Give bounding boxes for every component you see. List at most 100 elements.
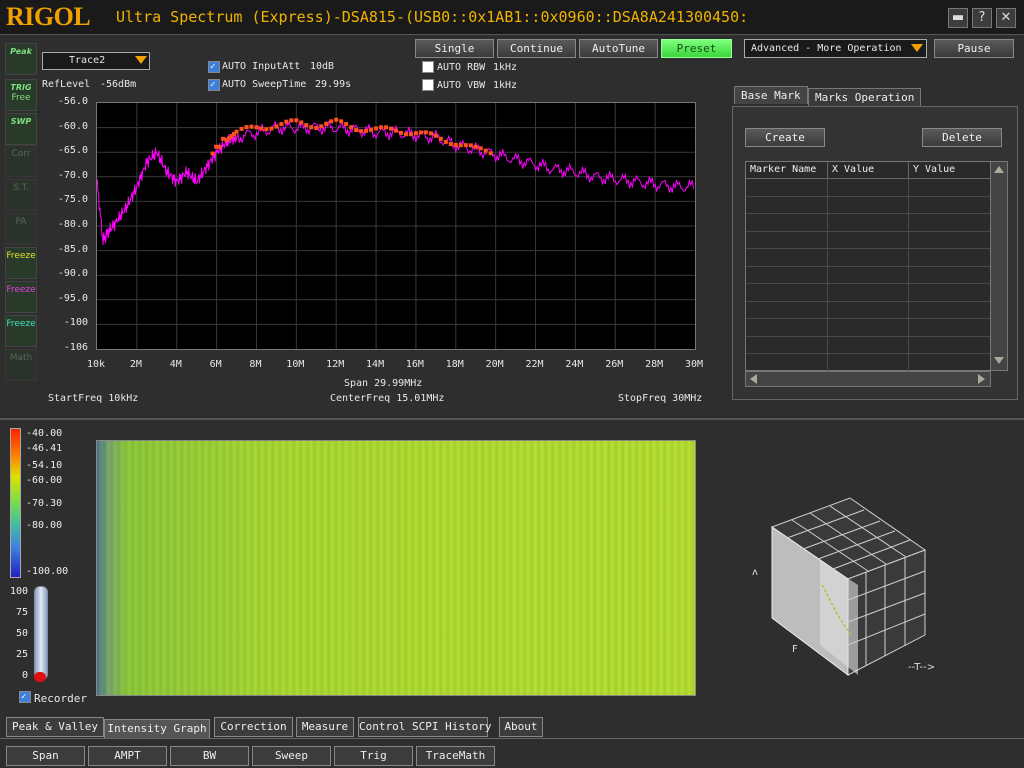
y-tick-label: -90.0 — [57, 268, 88, 280]
single-button[interactable]: Single — [415, 39, 494, 58]
col-x-value: X Value — [828, 162, 909, 178]
table-row[interactable] — [746, 196, 990, 214]
bottom-tab-1[interactable]: Intensity Graph — [104, 719, 210, 739]
auto-inputatt-label: AUTO InputAtt — [222, 61, 301, 72]
trace-marker-point — [354, 128, 359, 133]
table-row[interactable] — [746, 336, 990, 354]
scroll-down-icon[interactable] — [994, 357, 1004, 364]
trace-marker-point — [488, 151, 493, 156]
trace-marker-point — [433, 133, 438, 138]
bottom-tab-2[interactable]: Correction — [214, 717, 293, 737]
rigol-logo: RIGOL — [6, 2, 91, 31]
bottom-button-3[interactable]: Sweep — [252, 746, 331, 766]
x-tick-label: 26M — [605, 359, 624, 370]
pause-button[interactable]: Pause — [934, 39, 1014, 58]
advanced-dropdown[interactable]: Advanced - More Operation — [744, 39, 927, 58]
auto-rbw-checkbox[interactable] — [422, 61, 434, 73]
delete-button[interactable]: Delete — [922, 128, 1002, 147]
trace-marker-point — [453, 142, 458, 147]
thermo-label: 50 — [15, 628, 28, 639]
recorder-label: Recorder — [34, 692, 87, 705]
close-button[interactable]: ✕ — [996, 8, 1016, 28]
freeze-magenta-icon[interactable]: Freeze — [5, 281, 37, 313]
autotune-button[interactable]: AutoTune — [579, 39, 658, 58]
marker-table-vscroll[interactable] — [990, 161, 1008, 371]
thermo-label: 100 — [9, 586, 28, 597]
table-row[interactable] — [746, 266, 990, 284]
tab-base-mark[interactable]: Base Mark — [734, 86, 808, 104]
recorder-checkbox[interactable] — [19, 691, 31, 703]
trace-marker-point — [473, 144, 478, 149]
table-row[interactable] — [746, 231, 990, 249]
bottom-tab-3[interactable]: Measure — [296, 717, 354, 737]
sweep-icon[interactable]: SWP — [5, 113, 37, 145]
auto-sweeptime-label: AUTO SweepTime — [222, 79, 307, 90]
tool-bottom-label: S.T. — [13, 183, 29, 193]
trace-marker-point — [304, 123, 309, 128]
bottom-tab-5[interactable]: About — [499, 717, 543, 737]
scroll-left-icon[interactable] — [750, 374, 757, 384]
spectrum-chart[interactable] — [96, 102, 696, 350]
y-tick-label: -56.0 — [57, 96, 88, 107]
bottom-button-0[interactable]: Span — [6, 746, 85, 766]
x-tick-label: 10k — [86, 359, 106, 370]
thermo-label: 0 — [21, 670, 28, 681]
tab-marks-operation[interactable]: Marks Operation — [808, 88, 922, 106]
bottom-tab-0[interactable]: Peak & Valley — [6, 717, 104, 737]
x-tick-label: 18M — [445, 359, 464, 370]
y-tick-label: -95.0 — [57, 292, 88, 304]
minimize-button[interactable]: ▬ — [948, 8, 968, 28]
trace-select[interactable]: Trace2 — [42, 52, 150, 70]
trig-icon[interactable]: TRIG Free — [5, 79, 37, 111]
marker-table[interactable]: Marker Name X Value Y Value — [745, 161, 991, 372]
continue-button[interactable]: Continue — [497, 39, 576, 58]
intensity-colorbar — [10, 428, 21, 578]
math-icon[interactable]: Math — [5, 349, 37, 381]
auto-sweeptime-checkbox[interactable] — [208, 79, 220, 91]
x-tick-label: 14M — [366, 359, 385, 370]
auto-inputatt-checkbox[interactable] — [208, 61, 220, 73]
table-row[interactable] — [746, 214, 990, 232]
table-row[interactable] — [746, 179, 990, 197]
trace-marker-point — [438, 136, 443, 141]
table-row[interactable] — [746, 284, 990, 302]
scroll-right-icon[interactable] — [978, 374, 985, 384]
window-title: Ultra Spectrum (Express)-DSA815-(USB0::0… — [116, 8, 749, 26]
x-tick-label: 16M — [405, 359, 424, 370]
peak-icon[interactable]: Peak — [5, 43, 37, 75]
dropdown-arrow-icon — [911, 44, 923, 52]
preset-button[interactable]: Preset — [661, 39, 732, 58]
trace-marker-point — [468, 143, 473, 148]
trace-marker-point — [463, 143, 468, 148]
table-row[interactable] — [746, 249, 990, 267]
scroll-up-icon[interactable] — [994, 166, 1004, 173]
freeze-yellow-icon[interactable]: Freeze — [5, 247, 37, 279]
marker-table-hscroll[interactable] — [745, 371, 991, 387]
bottom-tab-4[interactable]: Control SCPI History — [358, 717, 491, 737]
intensity-graph[interactable] — [96, 440, 696, 696]
freeze-cyan-icon[interactable]: Freeze — [5, 315, 37, 347]
reflevel-label: RefLevel — [42, 79, 91, 90]
x-tick-label: 20M — [485, 359, 504, 370]
corr-icon[interactable]: Corr — [5, 145, 37, 177]
bottom-button-2[interactable]: BW — [170, 746, 249, 766]
y-tick-label: -85.0 — [57, 243, 88, 255]
bottom-button-4[interactable]: Trig — [334, 746, 413, 766]
bottom-button-1[interactable]: AMPT — [88, 746, 167, 766]
section-divider[interactable] — [0, 418, 1024, 420]
table-row[interactable] — [746, 301, 990, 319]
thermo-label: 75 — [15, 607, 28, 618]
create-button[interactable]: Create — [745, 128, 825, 147]
recorder-level-slider[interactable] — [34, 586, 48, 680]
pa-icon[interactable]: PA — [5, 213, 37, 245]
table-row[interactable] — [746, 354, 990, 372]
bottom-button-5[interactable]: TraceMath — [416, 746, 495, 766]
3d-spectrum-view[interactable]: ᴧ F --T--> — [740, 450, 980, 690]
trace-marker-point — [217, 144, 222, 149]
table-row[interactable] — [746, 319, 990, 337]
st-icon[interactable]: S.T. — [5, 179, 37, 211]
trace-marker-point — [483, 148, 488, 153]
svg-text:F: F — [792, 644, 798, 655]
auto-vbw-checkbox[interactable] — [422, 79, 434, 91]
help-button[interactable]: ? — [972, 8, 992, 28]
